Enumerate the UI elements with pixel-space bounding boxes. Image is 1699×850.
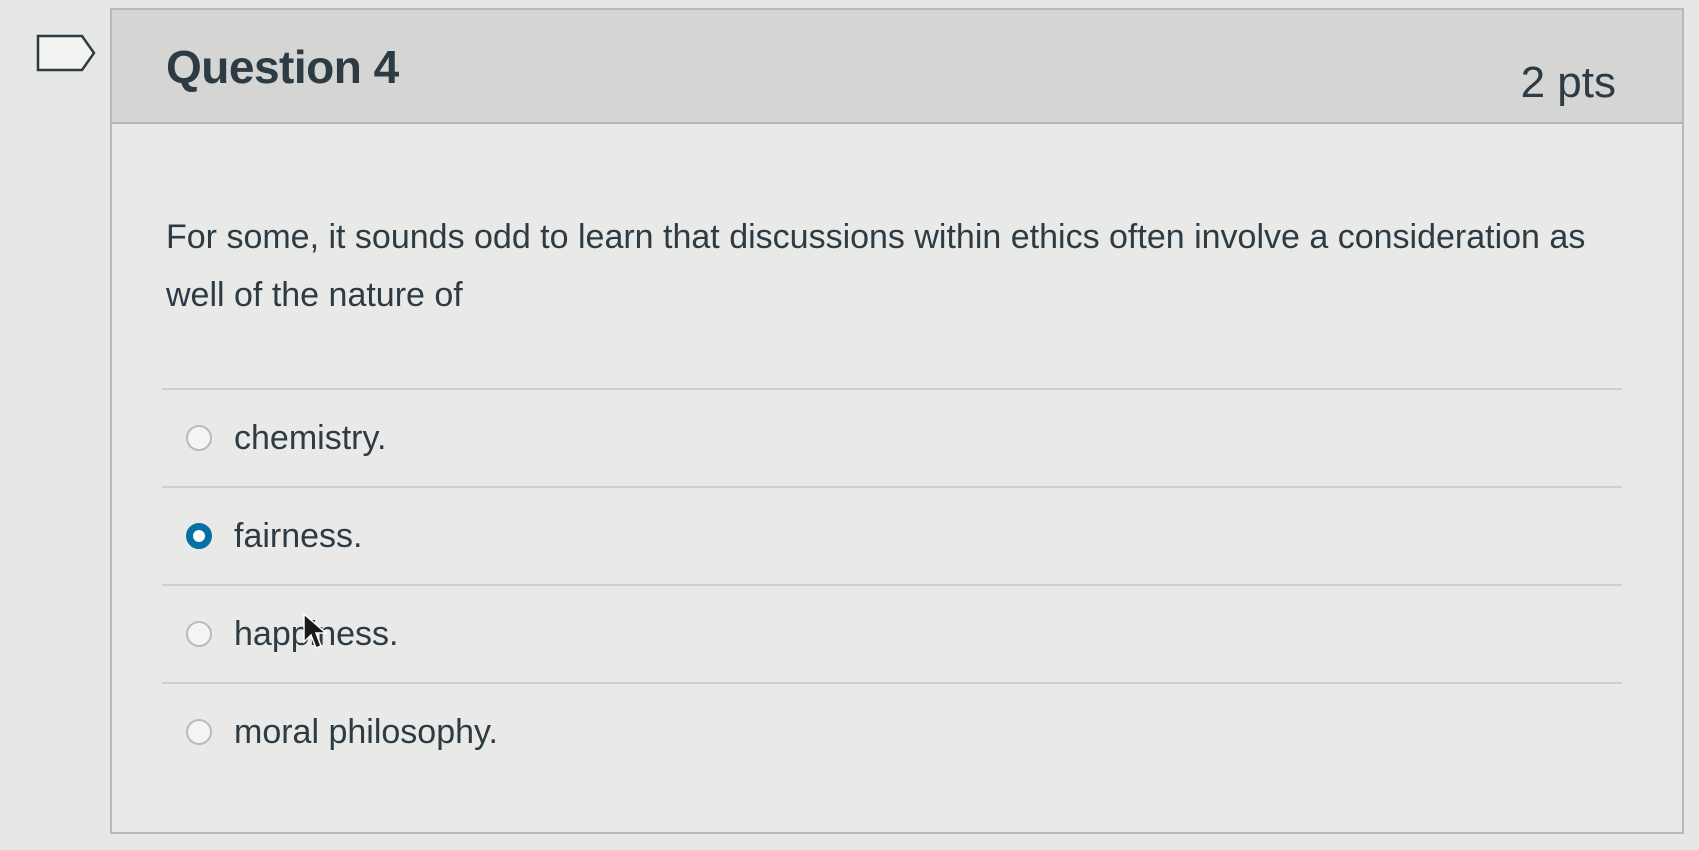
- answer-option-3[interactable]: happiness.: [162, 584, 1622, 682]
- radio-button-selected[interactable]: [186, 523, 212, 549]
- question-header: Question 4 2 pts: [112, 10, 1682, 124]
- radio-button[interactable]: [186, 719, 212, 745]
- flag-outline-icon: [36, 34, 96, 72]
- question-title: Question 4: [166, 41, 399, 93]
- answer-label: chemistry.: [234, 418, 387, 457]
- answer-label: fairness.: [234, 516, 363, 555]
- radio-button[interactable]: [186, 621, 212, 647]
- flag-question-button[interactable]: [36, 34, 96, 72]
- answer-option-2[interactable]: fairness.: [162, 486, 1622, 584]
- quiz-page: Question 4 2 pts For some, it sounds odd…: [0, 0, 1699, 850]
- question-text: For some, it sounds odd to learn that di…: [166, 218, 1586, 314]
- answer-list: chemistry. fairness. happiness. moral ph…: [162, 388, 1622, 780]
- answer-option-1[interactable]: chemistry.: [162, 388, 1622, 486]
- answer-option-4[interactable]: moral philosophy.: [162, 682, 1622, 780]
- question-card: Question 4 2 pts For some, it sounds odd…: [110, 8, 1684, 834]
- question-points: 2 pts: [1520, 58, 1616, 107]
- answer-label: moral philosophy.: [234, 712, 498, 751]
- answer-label: happiness.: [234, 614, 399, 653]
- radio-button[interactable]: [186, 425, 212, 451]
